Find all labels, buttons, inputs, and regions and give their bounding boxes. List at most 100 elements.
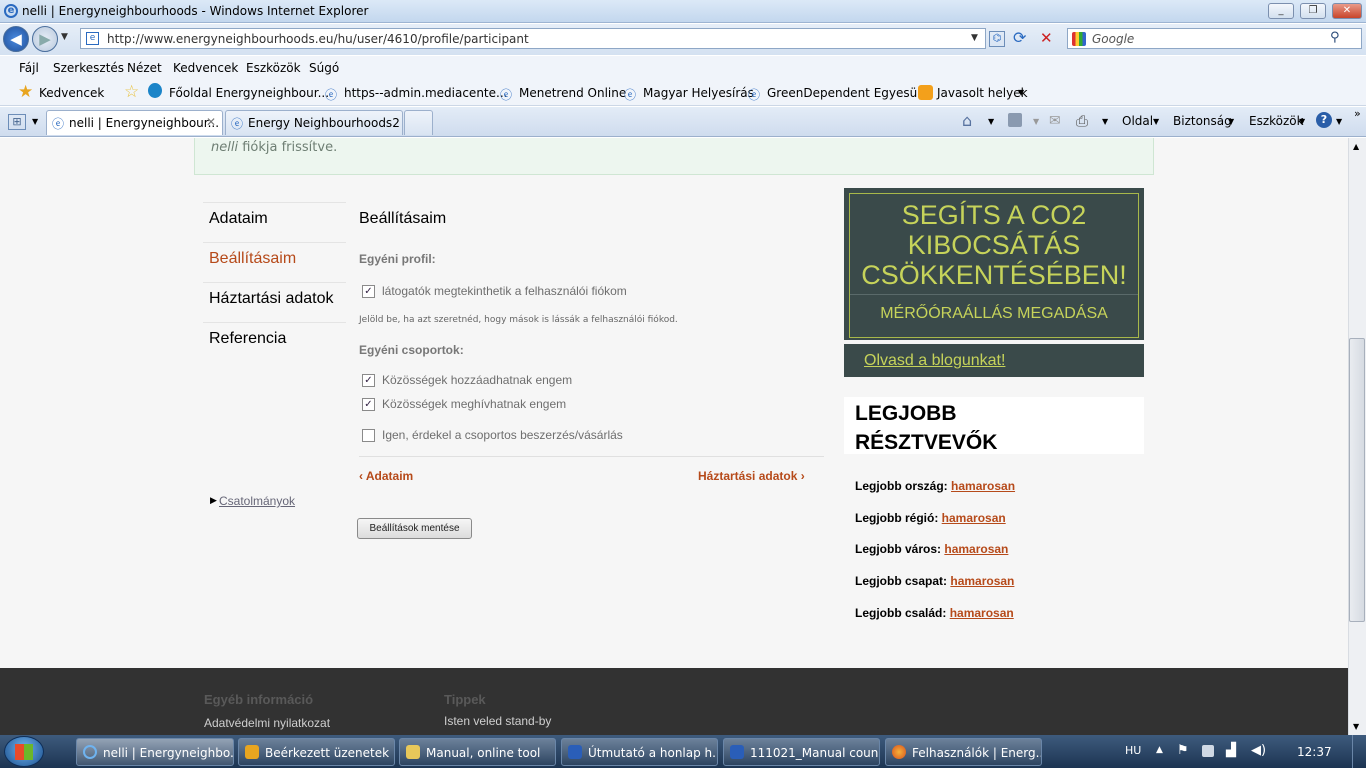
- word-icon: [568, 745, 582, 759]
- status-message: nelli fiókja frissítve.: [194, 138, 1154, 175]
- menu-help[interactable]: Súgó: [309, 61, 339, 75]
- forward-button[interactable]: ▶: [32, 26, 58, 52]
- menu-edit[interactable]: Szerkesztés: [53, 61, 124, 75]
- title-bar: e nelli | Energyneighbourhoods - Windows…: [0, 0, 1366, 23]
- help-icon[interactable]: ?: [1316, 112, 1332, 128]
- meter-reading-link[interactable]: MÉRŐÓRAÁLLÁS MEGADÁSA: [850, 305, 1138, 323]
- next-link[interactable]: Háztartási adatok ›: [698, 469, 805, 483]
- clock[interactable]: 12:37: [1297, 745, 1332, 759]
- group-checkbox-purchase[interactable]: [362, 429, 375, 442]
- mail-icon[interactable]: ✉: [1049, 113, 1061, 129]
- taskbar-item-ie[interactable]: nelli | Energyneighbo...: [76, 738, 234, 766]
- group-checkbox-invite[interactable]: ✓: [362, 398, 375, 411]
- menu-favorites[interactable]: Kedvencek: [173, 61, 238, 75]
- profile-visibility-checkbox[interactable]: ✓: [362, 285, 375, 298]
- address-dropdown-icon[interactable]: ▼: [971, 33, 978, 43]
- chevron-down-icon[interactable]: ▼: [1018, 88, 1024, 97]
- chevron-down-icon[interactable]: ▼: [988, 117, 994, 126]
- favorite-link[interactable]: GreenDependent Egyesület: [767, 86, 933, 100]
- command-bar: ⌂ ▼ ▼ ✉ ⎙ ▼ Oldal ▼ Biztonság ▼ Eszközök…: [0, 107, 1366, 137]
- chevron-down-icon: ▼: [1228, 117, 1235, 126]
- page-icon: ⓔ: [624, 88, 637, 102]
- mail-icon: [245, 745, 259, 759]
- sidebar-item-haztartasi-adatok[interactable]: Háztartási adatok: [209, 290, 334, 308]
- close-button[interactable]: ✕: [1332, 3, 1362, 19]
- device-icon[interactable]: [1202, 745, 1214, 757]
- tools-menu[interactable]: Eszközök: [1249, 114, 1304, 128]
- minimize-button[interactable]: _: [1268, 3, 1294, 19]
- flag-icon[interactable]: ⚑: [1177, 743, 1189, 758]
- taskbar-item-firefox[interactable]: Felhasználók | Energ...: [885, 738, 1042, 766]
- groups-section-label: Egyéni csoportok:: [359, 343, 464, 357]
- best-row-link[interactable]: hamarosan: [942, 511, 1006, 525]
- favorite-link[interactable]: Menetrend Online: [519, 86, 626, 100]
- scroll-up-icon[interactable]: ▲: [1353, 142, 1359, 151]
- co2-banner-text[interactable]: SEGÍTS A CO2 KIBOCSÁTÁS CSÖKKENTÉSÉBEN!: [850, 200, 1138, 290]
- footer-tip-link[interactable]: Isten veled stand-by: [444, 714, 551, 728]
- best-row-country: Legjobb ország: hamarosan: [855, 479, 1015, 493]
- history-dropdown-icon[interactable]: ▼: [61, 32, 68, 42]
- search-icon[interactable]: ⚲: [1330, 30, 1340, 45]
- favorites-star-icon[interactable]: ★: [18, 82, 33, 102]
- add-favorite-icon[interactable]: ☆: [124, 82, 139, 102]
- best-row-link[interactable]: hamarosan: [950, 574, 1014, 588]
- page-background: [0, 138, 1348, 668]
- show-desktop-button[interactable]: [1352, 735, 1366, 768]
- attachments-link[interactable]: Csatolmányok: [219, 494, 295, 508]
- ie-logo-icon: e: [4, 4, 18, 18]
- sidebar-item-adataim[interactable]: Adataim: [209, 210, 268, 228]
- taskbar-item-mail[interactable]: Beérkezett üzenetek ...: [238, 738, 395, 766]
- best-row-label: Legjobb ország:: [855, 479, 948, 493]
- page-menu[interactable]: Oldal: [1122, 114, 1153, 128]
- page-icon: ⓔ: [500, 88, 513, 102]
- chevron-right-icon[interactable]: »: [1354, 107, 1361, 120]
- home-icon[interactable]: ⌂: [962, 111, 972, 130]
- feeds-icon[interactable]: [1008, 113, 1022, 127]
- network-icon[interactable]: ▟: [1226, 743, 1236, 758]
- menu-tools[interactable]: Eszközök: [246, 61, 301, 75]
- sidebar-item-beallitasaim[interactable]: Beállításaim: [209, 250, 296, 268]
- footer-col2-title: Tippek: [444, 692, 486, 707]
- group-checkbox-add[interactable]: ✓: [362, 374, 375, 387]
- chevron-down-icon[interactable]: ▼: [1336, 117, 1342, 126]
- favorites-button[interactable]: Kedvencek: [39, 86, 104, 100]
- taskbar-item-word2[interactable]: 111021_Manual coun...: [723, 738, 880, 766]
- maximize-button[interactable]: ❐: [1300, 3, 1326, 19]
- safety-menu[interactable]: Biztonság: [1173, 114, 1232, 128]
- search-box[interactable]: Google ⚲: [1067, 28, 1362, 49]
- print-icon[interactable]: ⎙: [1076, 112, 1088, 130]
- blog-link[interactable]: Olvasd a blogunkat!: [864, 352, 1005, 370]
- scroll-down-icon[interactable]: ▼: [1353, 722, 1359, 731]
- menu-file[interactable]: Fájl: [19, 61, 39, 75]
- triangle-right-icon: ▶: [210, 496, 217, 506]
- volume-icon[interactable]: ◀): [1251, 743, 1266, 758]
- language-indicator[interactable]: HU: [1125, 744, 1141, 757]
- best-row-link[interactable]: hamarosan: [944, 542, 1008, 556]
- save-button[interactable]: Beállítások mentése: [357, 518, 472, 539]
- best-row-family: Legjobb család: hamarosan: [855, 606, 1014, 620]
- menu-view[interactable]: Nézet: [127, 61, 162, 75]
- prev-link[interactable]: ‹ Adataim: [359, 469, 413, 483]
- taskbar-item-folder[interactable]: Manual, online tool: [399, 738, 556, 766]
- sidebar-item-referencia[interactable]: Referencia: [209, 330, 286, 348]
- chevron-down-icon[interactable]: ▼: [1033, 117, 1039, 126]
- group-checkbox-add-label: Közösségek hozzáadhatnak engem: [382, 373, 573, 387]
- scrollbar-thumb[interactable]: [1349, 338, 1365, 622]
- back-button[interactable]: ◀: [3, 26, 29, 52]
- chevron-down-icon[interactable]: ▼: [1102, 117, 1108, 126]
- stop-icon[interactable]: ✕: [1040, 29, 1053, 47]
- tray-expand-icon[interactable]: ▲: [1156, 745, 1163, 755]
- best-row-link[interactable]: hamarosan: [950, 606, 1014, 620]
- favorite-link[interactable]: Főoldal Energyneighbour...: [169, 86, 329, 100]
- suggested-sites-link[interactable]: Javasolt helyek: [937, 86, 1028, 100]
- address-bar[interactable]: e http://www.energyneighbourhoods.eu/hu/…: [80, 28, 986, 49]
- favorite-link[interactable]: https--admin.mediacente...: [344, 86, 507, 100]
- footer-privacy-link[interactable]: Adatvédelmi nyilatkozat: [204, 716, 330, 730]
- favorite-link[interactable]: Magyar Helyesírás: [643, 86, 754, 100]
- refresh-icon[interactable]: ⟳: [1013, 28, 1026, 47]
- taskbar-item-label: Útmutató a honlap h...: [588, 746, 718, 760]
- taskbar-item-word1[interactable]: Útmutató a honlap h...: [561, 738, 718, 766]
- compat-view-icon[interactable]: ⌬: [989, 31, 1005, 47]
- best-row-link[interactable]: hamarosan: [951, 479, 1015, 493]
- best-row-label: Legjobb város:: [855, 542, 942, 556]
